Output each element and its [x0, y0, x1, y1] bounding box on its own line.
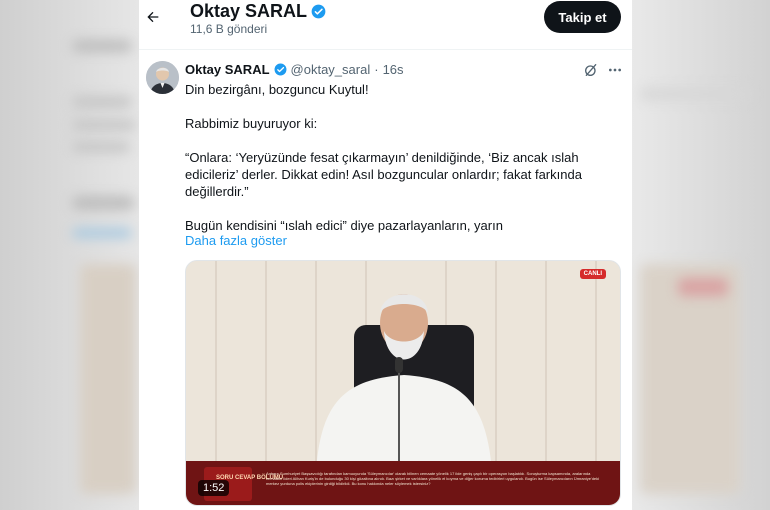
more-options-button[interactable]: [606, 62, 624, 78]
video-frame: [186, 261, 620, 505]
tweet-line: Rabbimiz buyuruyor ki:: [185, 116, 318, 131]
profile-name-text: Oktay SARAL: [190, 1, 308, 21]
profile-name: Oktay SARAL: [190, 1, 326, 22]
more-horizontal-icon: [609, 68, 621, 72]
grok-icon: [585, 64, 597, 76]
post-count: 11,6 B gönderi: [190, 22, 268, 36]
author-handle[interactable]: @oktay_saral: [291, 62, 371, 77]
tweet-line: “Onlara: ‘Yeryüzünde fesat çıkarmayın’ d…: [185, 150, 582, 199]
avatar-photo-icon: [146, 61, 179, 94]
verified-badge-icon: [274, 63, 286, 76]
verified-badge-icon: [311, 4, 326, 19]
tweet-card: Oktay SARAL 11,6 B gönderi Takip et Okta…: [139, 0, 632, 510]
avatar[interactable]: [146, 61, 179, 94]
video-player[interactable]: CANLI SORU CEVAP BÖLÜMÜ Ankara Cumhuriye…: [185, 260, 621, 506]
separator-dot: ·: [374, 62, 379, 77]
follow-button[interactable]: Takip et: [544, 1, 621, 33]
tweet-line: Din bezirgânı, bozguncu Kuytul!: [185, 82, 369, 97]
tweet-time[interactable]: 16s: [383, 62, 404, 77]
tweet-header: Oktay SARAL @oktay_saral · 16s: [185, 62, 404, 77]
tweet-body: Din bezirgânı, bozguncu Kuytul! Rabbimiz…: [185, 81, 605, 234]
arrow-left-icon: [147, 11, 159, 23]
ticker-text: Ankara Cumhuriyet Başsavcılığı tarafında…: [266, 471, 600, 486]
author-name[interactable]: Oktay SARAL: [185, 62, 270, 77]
show-more-link[interactable]: Daha fazla göster: [185, 233, 287, 248]
live-badge: CANLI: [579, 269, 606, 279]
grok-button[interactable]: [583, 62, 599, 78]
back-button[interactable]: [139, 3, 167, 31]
profile-header: Oktay SARAL 11,6 B gönderi Takip et: [139, 0, 632, 50]
tweet-line: Bugün kendisini “ıslah edici” diye pazar…: [185, 218, 503, 233]
video-duration: 1:52: [198, 480, 230, 496]
